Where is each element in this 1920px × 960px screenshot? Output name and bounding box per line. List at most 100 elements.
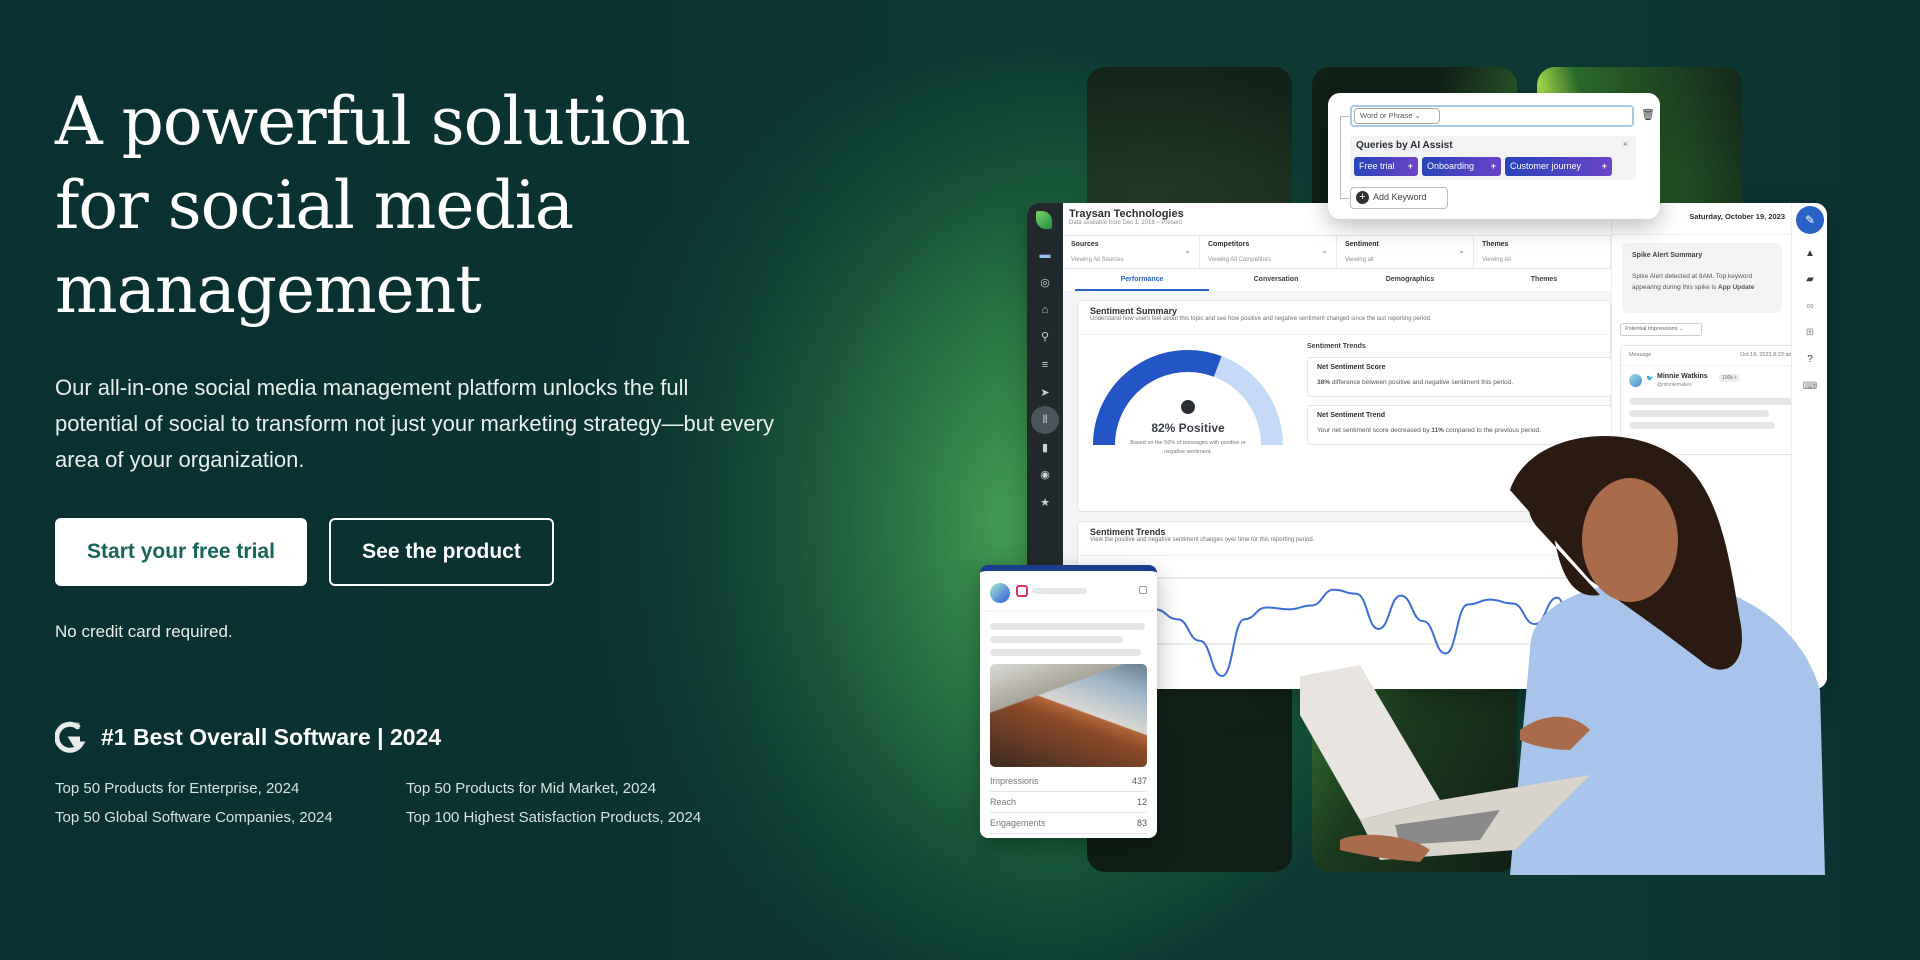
trends-label: Sentiment Trends xyxy=(1307,343,1366,350)
filter-value: Viewing All Sources xyxy=(1071,257,1124,263)
net-sentiment-score: Net Sentiment Score 38% difference betwe… xyxy=(1307,357,1612,397)
query-builder-popup: Word or Phrase ⌄ 🗑 Queries by AI Assist … xyxy=(1328,93,1660,219)
inbox-icon[interactable]: ⌂ xyxy=(1036,301,1054,319)
tab-demographics[interactable]: Demographics xyxy=(1343,269,1477,291)
reports-icon[interactable]: ▮ xyxy=(1036,439,1054,457)
filter-sentiment[interactable]: Sentiment Viewing all ⌄ xyxy=(1337,236,1474,268)
filter-value: Viewing All Competitors xyxy=(1208,257,1271,263)
hero-content: A powerful solution for social media man… xyxy=(54,80,775,826)
instagram-icon xyxy=(1016,585,1028,597)
placeholder-line xyxy=(1629,398,1801,405)
list-icon[interactable]: ≡ xyxy=(1036,356,1054,374)
placeholder-line xyxy=(1032,588,1087,594)
filter-competitors[interactable]: Competitors Viewing All Competitors ⌄ xyxy=(1200,236,1337,268)
filter-sources[interactable]: Sources Viewing All Sources ⌄ xyxy=(1063,236,1200,268)
bot-icon[interactable]: ◉ xyxy=(1036,466,1054,484)
comment-icon[interactable]: ▰ xyxy=(1801,271,1819,289)
chevron-down-icon: ⌄ xyxy=(1321,246,1328,255)
placeholder-line xyxy=(990,649,1141,656)
message-date: Oct 19, 2023 8:23 am xyxy=(1740,352,1793,358)
filter-value: Viewing All xyxy=(1482,257,1511,263)
chevron-down-icon: ⌄ xyxy=(1184,246,1191,255)
stat-row: Impressions 437 xyxy=(990,771,1147,792)
send-icon[interactable]: ➤ xyxy=(1036,384,1054,402)
link-icon[interactable]: ∞ xyxy=(1801,298,1819,316)
help-icon[interactable]: ? xyxy=(1801,351,1819,369)
award-item: Top 50 Products for Enterprise, 2024 xyxy=(55,780,300,797)
placeholder-line xyxy=(1629,422,1775,429)
filter-label: Themes xyxy=(1482,241,1509,248)
pin-icon[interactable]: ⚲ xyxy=(1036,328,1054,346)
stat-value: 83 xyxy=(1136,818,1147,828)
author-handle: @minniemakes xyxy=(1657,382,1692,388)
spike-alert-summary: Spike Alert Summary Spike Alert detected… xyxy=(1622,243,1782,313)
chip-free-trial[interactable]: Free trial + xyxy=(1354,157,1418,176)
avatar xyxy=(990,583,1010,603)
twitter-icon: 🐦 xyxy=(1646,376,1654,382)
close-icon[interactable]: × xyxy=(1623,139,1628,149)
headline-line: management xyxy=(55,251,482,328)
woman-with-laptop-photo xyxy=(1300,436,1825,875)
sprout-logo-icon xyxy=(1036,211,1052,229)
tab-themes[interactable]: Themes xyxy=(1477,269,1611,291)
chip-customer-journey[interactable]: Customer journey + xyxy=(1505,157,1612,176)
dropdown-value: Potential Impressions xyxy=(1625,326,1678,332)
match-type-select[interactable]: Word or Phrase ⌄ xyxy=(1354,108,1440,124)
keyboard-icon[interactable]: ⌨ xyxy=(1801,378,1819,396)
add-box-icon[interactable]: ⊞ xyxy=(1801,324,1819,342)
alert-icon[interactable]: ▲ xyxy=(1801,245,1819,263)
stat-value: 12 xyxy=(1136,797,1147,807)
headline-line: A powerful solution xyxy=(55,83,691,160)
stat-label: Impressions xyxy=(990,776,1039,786)
hero-headline: A powerful solution for social media man… xyxy=(55,80,775,332)
filter-bar: Sources Viewing All Sources ⌄ Competitors V… xyxy=(1063,235,1611,269)
svg-text:2: 2 xyxy=(75,721,80,731)
metric-title: Net Sentiment Trend xyxy=(1317,412,1386,419)
award-item: Top 100 Highest Satisfaction Products, 2… xyxy=(406,809,702,826)
spike-title: Spike Alert Summary xyxy=(1632,252,1703,259)
chip-label: Customer journey xyxy=(1510,161,1582,171)
placeholder-line xyxy=(1629,410,1769,417)
chip-label: Onboarding xyxy=(1427,161,1475,171)
connector-line xyxy=(1340,116,1350,199)
compose-icon[interactable]: ✎ xyxy=(1796,206,1824,234)
gauge-icon[interactable]: ◎ xyxy=(1036,274,1054,292)
metric-text: difference between positive and negative… xyxy=(1330,379,1514,386)
avatar xyxy=(1629,374,1642,387)
impressions-dropdown[interactable]: Potential Impressions ⌄ xyxy=(1620,323,1702,336)
star-icon[interactable]: ★ xyxy=(1036,494,1054,512)
trash-icon[interactable]: 🗑 xyxy=(1641,108,1655,121)
tab-conversation[interactable]: Conversation xyxy=(1209,269,1343,291)
filter-label: Sentiment xyxy=(1345,241,1379,248)
start-free-trial-button[interactable]: Start your free trial xyxy=(55,518,307,586)
keyword-input[interactable]: Word or Phrase ⌄ xyxy=(1350,105,1634,127)
filter-label: Competitors xyxy=(1208,241,1250,248)
metric-value: 38% xyxy=(1317,379,1331,386)
add-keyword-button[interactable]: + Add Keyword xyxy=(1350,187,1448,209)
see-product-button[interactable]: See the product xyxy=(329,518,554,586)
ai-assist-title: Queries by AI Assist xyxy=(1356,140,1453,151)
filter-label: Sources xyxy=(1071,241,1099,248)
cta-group: Start your free trial See the product xyxy=(55,518,775,586)
folder-icon[interactable]: ▬ xyxy=(1036,246,1054,264)
card-title: Sentiment Summary xyxy=(1090,306,1178,316)
laptop-screen xyxy=(1300,665,1440,820)
gauge-label: 82% Positive xyxy=(1151,421,1225,435)
chevron-down-icon: ⌄ xyxy=(1458,246,1465,255)
listening-icon[interactable]: ⦀ xyxy=(1031,406,1059,434)
stat-value: 437 xyxy=(1131,776,1147,786)
gauge-note: Based on the 56% of messages with positi… xyxy=(1130,440,1246,455)
award-item: Top 50 Global Software Companies, 2024 xyxy=(55,809,333,826)
card-subtitle: Understand how users feel about this top… xyxy=(1090,316,1432,322)
plus-circle-icon: + xyxy=(1356,191,1369,204)
g2-logo-icon: 2 xyxy=(54,720,87,754)
ai-assist-box: Queries by AI Assist × Free trial + Onboa… xyxy=(1350,136,1636,180)
tab-performance[interactable]: Performance xyxy=(1075,269,1209,291)
stat-label: Engagements xyxy=(990,818,1046,828)
add-keyword-label: Add Keyword xyxy=(1373,192,1427,202)
placeholder-line xyxy=(990,623,1145,630)
post-photo xyxy=(990,664,1147,767)
checkbox[interactable] xyxy=(1139,586,1147,594)
filter-themes[interactable]: Themes Viewing All xyxy=(1474,236,1611,268)
chip-onboarding[interactable]: Onboarding + xyxy=(1422,157,1501,176)
